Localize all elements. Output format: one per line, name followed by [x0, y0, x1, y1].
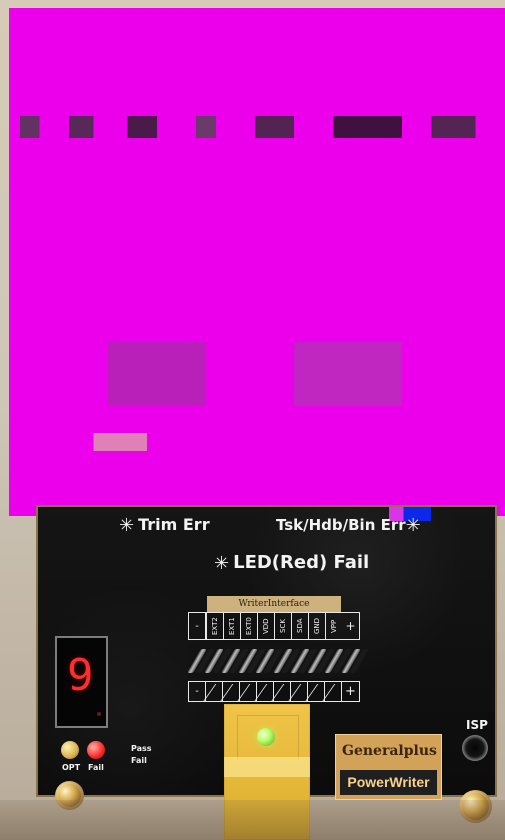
brand-plate: Generalplus PowerWriter [335, 734, 442, 800]
opt-label: OPT [62, 763, 81, 772]
pin [341, 648, 362, 673]
photo-scene: ✳ Trim Err Tsk/Hdb/Bin Err✳ ✳ LED(Red) Fai… [0, 0, 505, 840]
brand-bottom-text: PowerWriter [340, 770, 437, 795]
writer-interface-tag: WriterInterface [207, 596, 341, 612]
display-digit: 9 [67, 650, 94, 701]
pin-footer-cell [325, 682, 342, 701]
pin-footer-cell [274, 682, 291, 701]
image-artifact-row-low [10, 433, 500, 451]
pin-footer-cell: + [345, 684, 356, 699]
socket-led [257, 728, 275, 746]
pin-footer-cell [240, 682, 257, 701]
brand-top-text: Generalplus [342, 743, 437, 759]
led-fail-text: LED(Red) Fail [233, 552, 370, 573]
opt-led [61, 741, 79, 759]
trim-error-label: ✳ Trim Err [119, 515, 210, 536]
led-fail-label: ✳ LED(Red) Fail [214, 552, 369, 574]
pin-header-cell: VPP [325, 613, 342, 639]
pin-header-cell: SDA [291, 613, 308, 639]
image-artifact-row-mid [10, 342, 500, 406]
task-error-text: Tsk/Hdb/Bin Err [276, 516, 406, 534]
pin [324, 648, 345, 673]
isp-jack [462, 735, 488, 761]
pin-header-cell: SCK [274, 613, 291, 639]
pin [272, 648, 293, 673]
pin-footer-cell [257, 682, 274, 701]
pin-header-cell: EXT1 [223, 613, 240, 639]
pin-header [186, 643, 362, 678]
fail-label: Fail [88, 763, 104, 772]
display-dot [97, 712, 101, 716]
sun-icon: ✳ [119, 515, 135, 536]
pin-header-label-row: - EXT2 EXT1 EXT0 VDD SCK SDA GND VPP + [188, 612, 360, 640]
sun-icon: ✳ [214, 553, 230, 574]
sun-icon: ✳ [405, 515, 421, 536]
bottom-shadow [0, 800, 505, 840]
socket-band [224, 757, 310, 777]
pin-header-cell: EXT2 [206, 613, 223, 639]
pin [307, 648, 327, 673]
pin-footer-cell [206, 682, 223, 701]
pin-header-cell: GND [308, 613, 325, 639]
pin-header-cell: + [345, 619, 356, 633]
pin [255, 648, 276, 673]
trim-error-text: Trim Err [138, 515, 210, 534]
pin [238, 648, 259, 673]
pin-footer-cell [308, 682, 325, 701]
task-error-label: Tsk/Hdb/Bin Err✳ [276, 515, 425, 536]
pin-footer-row: - + [188, 681, 360, 702]
pin-header-cell: EXT0 [240, 613, 257, 639]
pin-footer-cell [291, 682, 308, 701]
isp-label: ISP [466, 718, 488, 732]
pin [289, 648, 310, 673]
fail-led [87, 741, 105, 759]
pass-label: Pass [131, 744, 152, 753]
pin [186, 648, 207, 673]
pin-header-cell: VDD [257, 613, 274, 639]
pin-footer-cell: - [189, 682, 206, 701]
seven-segment-display: 9 [55, 636, 108, 728]
pin [221, 648, 241, 673]
pin [203, 648, 224, 673]
fail-small-label: Fail [131, 756, 147, 765]
pin-header-cell: - [189, 613, 206, 639]
image-artifact-row-top [10, 116, 500, 138]
pin-footer-cell [223, 682, 240, 701]
